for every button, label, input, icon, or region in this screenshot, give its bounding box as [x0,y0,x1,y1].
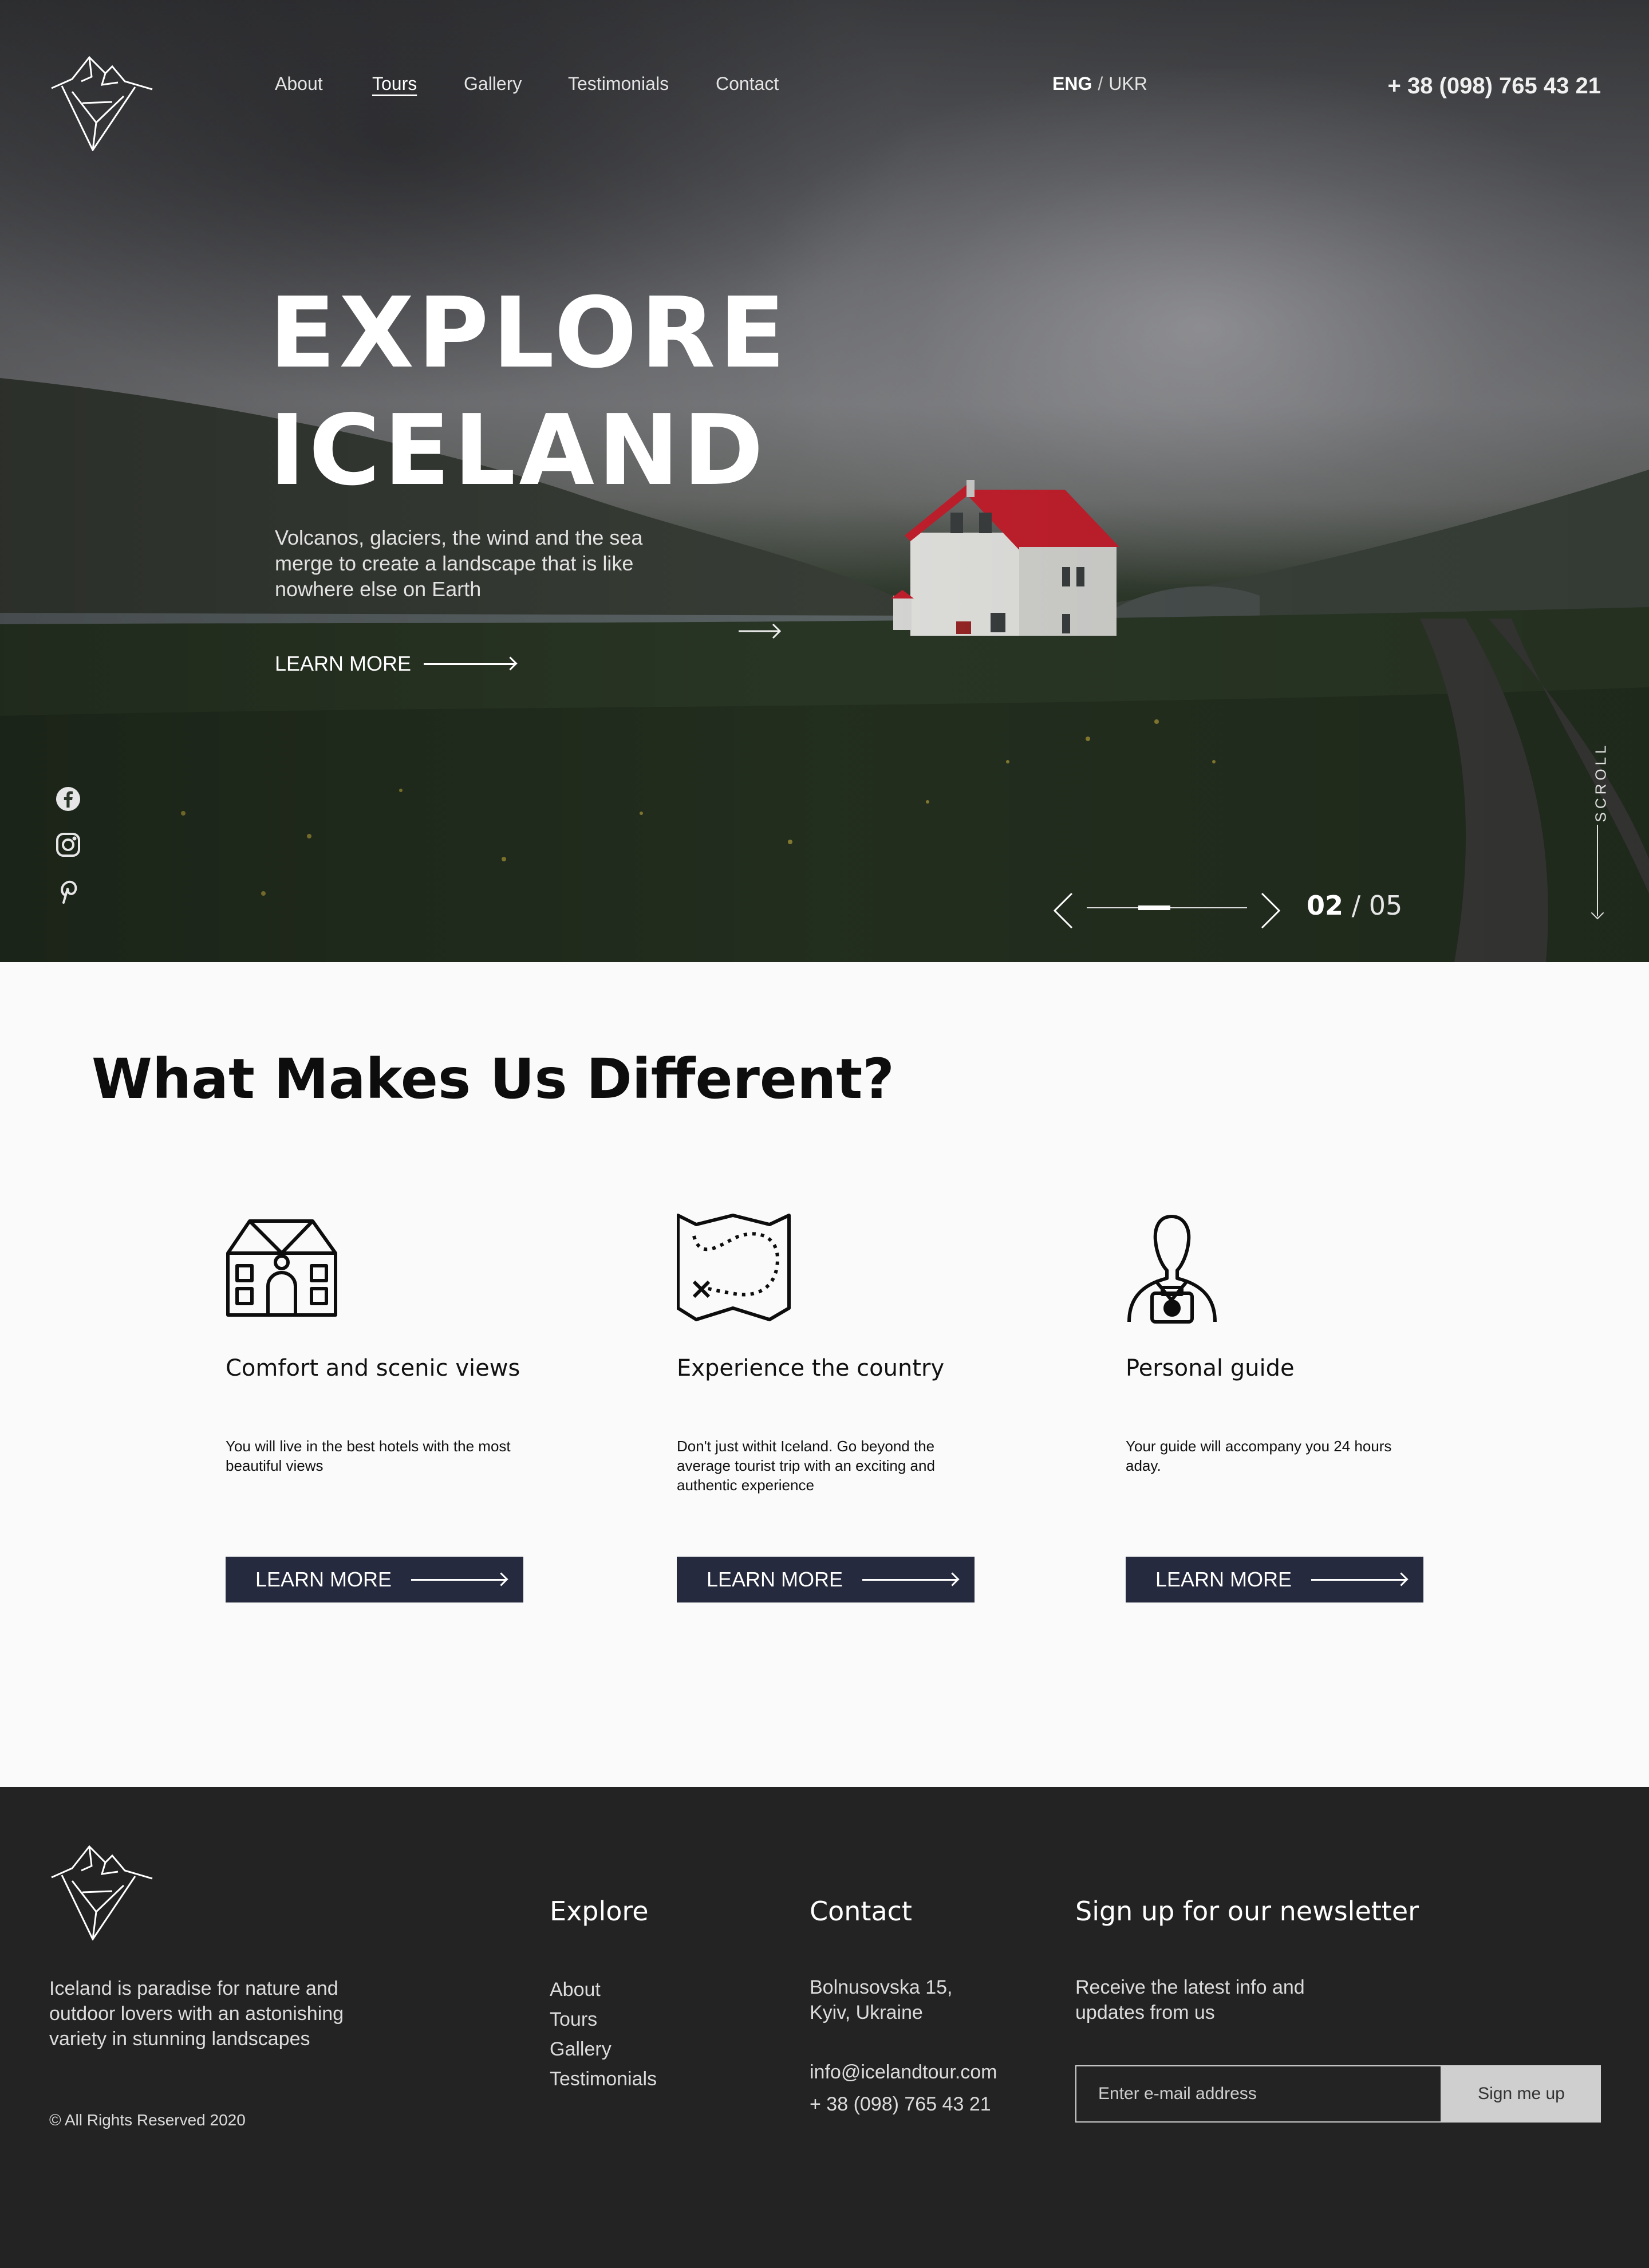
footer-newsletter-title: Sign up for our newsletter [1075,1896,1419,1927]
scroll-indicator[interactable]: SCROLL [1586,733,1609,922]
feature-learn-more-button[interactable]: LEARN MORE [226,1557,523,1602]
footer-contact-info: Bolnusovska 15, Kyiv, Ukraine info@icela… [810,1975,997,2117]
nav-contact[interactable]: Contact [716,73,779,94]
footer-about-text: Iceland is paradise for nature and outdo… [49,1978,344,2050]
nav-about[interactable]: About [275,73,323,94]
contact-address-line1: Bolnusovska 15, [810,1976,953,1998]
nav-tours[interactable]: Tours [372,73,417,94]
nav-testimonials[interactable]: Testimonials [568,73,669,94]
feature-title: Comfort and scenic views [226,1355,520,1381]
footer-copyright: © All Rights Reserved 2020 [49,2111,246,2129]
treasure-map-icon [676,1213,791,1328]
facebook-icon[interactable] [55,786,81,812]
hero-learn-more-button[interactable]: LEARN MORE [275,652,516,676]
footer-link-about[interactable]: About [550,1975,657,2005]
contact-phone[interactable]: + 38 (098) 765 43 21 [810,2092,997,2117]
arrow-down-icon [1591,906,1604,920]
scroll-label: SCROLL [1592,742,1609,822]
lang-eng[interactable]: ENG [1052,73,1092,94]
hero-overlay [0,0,1649,962]
slider-progress [1138,905,1170,910]
feature-text: Your guide will accompany you 24 hours a… [1126,1438,1392,1474]
contact-email[interactable]: info@icelandtour.com [810,2060,997,2085]
footer-link-gallery[interactable]: Gallery [550,2034,657,2064]
features-title: What Makes Us Different? [92,1047,894,1111]
footer: Iceland is paradise for nature and outdo… [0,1787,1649,2268]
feature-title: Personal guide [1126,1355,1295,1381]
slide-separator: / [1351,890,1361,921]
feature-text: You will live in the best hotels with th… [226,1438,511,1474]
pinterest-icon[interactable] [55,877,81,904]
chevron-right-icon[interactable] [1257,891,1283,929]
iceberg-logo-icon[interactable] [49,54,155,152]
newsletter-form: Sign me up [1075,2065,1601,2123]
hero-learn-more-label: LEARN MORE [275,652,412,675]
hero-title: EXPLORE ICELAND [269,275,789,510]
arrow-right-icon [411,1578,507,1581]
arrow-right-icon [862,1578,958,1581]
lang-separator: / [1098,73,1103,94]
language-switcher: ENG / UKR [1052,73,1147,94]
footer-link-testimonials[interactable]: Testimonials [550,2064,657,2094]
scroll-line [1597,825,1598,916]
contact-address-line2: Kyiv, Ukraine [810,2002,923,2023]
photographer-guide-icon [1126,1213,1240,1328]
feature-learn-more-button[interactable]: LEARN MORE [1126,1557,1423,1602]
instagram-icon[interactable] [55,832,81,858]
features-section: What Makes Us Different? Comfort and sce… [0,962,1649,1787]
arrow-right-icon [424,663,516,665]
footer-explore-title: Explore [550,1896,649,1927]
feature-learn-more-button[interactable]: LEARN MORE [677,1557,975,1602]
chevron-left-icon[interactable] [1051,891,1076,929]
iceberg-logo-icon[interactable] [49,1843,155,1942]
feature-learn-more-label: LEARN MORE [255,1568,392,1591]
house-icon [226,1213,340,1328]
feature-learn-more-label: LEARN MORE [1155,1568,1292,1591]
footer-link-tours[interactable]: Tours [550,2005,657,2034]
lang-ukr[interactable]: UKR [1108,73,1147,94]
header-phone[interactable]: + 38 (098) 765 43 21 [1387,73,1601,99]
hero-section: About Tours Gallery Testimonials Contact… [0,0,1649,962]
footer-contact-title: Contact [810,1896,912,1927]
feature-text: Don't just withit Iceland. Go beyond the… [677,1438,935,1494]
feature-learn-more-label: LEARN MORE [707,1568,843,1591]
footer-explore-links: About Tours Gallery Testimonials [550,1975,657,2094]
hero-title-line2: ICELAND [269,394,767,507]
hero-subtitle: Volcanos, glaciers, the wind and the sea… [275,526,643,601]
nav-gallery[interactable]: Gallery [464,73,522,94]
slide-current: 02 [1307,890,1344,921]
newsletter-email-input[interactable] [1075,2065,1442,2123]
arrow-right-icon [1311,1578,1407,1581]
hero-slider-controls: 02 / 05 [1051,885,1406,931]
newsletter-description: Receive the latest info and updates from… [1075,1976,1305,2023]
slide-counter: 02 / 05 [1307,890,1402,921]
hero-title-line1: EXPLORE [269,277,789,390]
slide-total: 05 [1368,890,1403,921]
newsletter-submit-button[interactable]: Sign me up [1442,2065,1601,2123]
feature-title: Experience the country [677,1355,945,1381]
